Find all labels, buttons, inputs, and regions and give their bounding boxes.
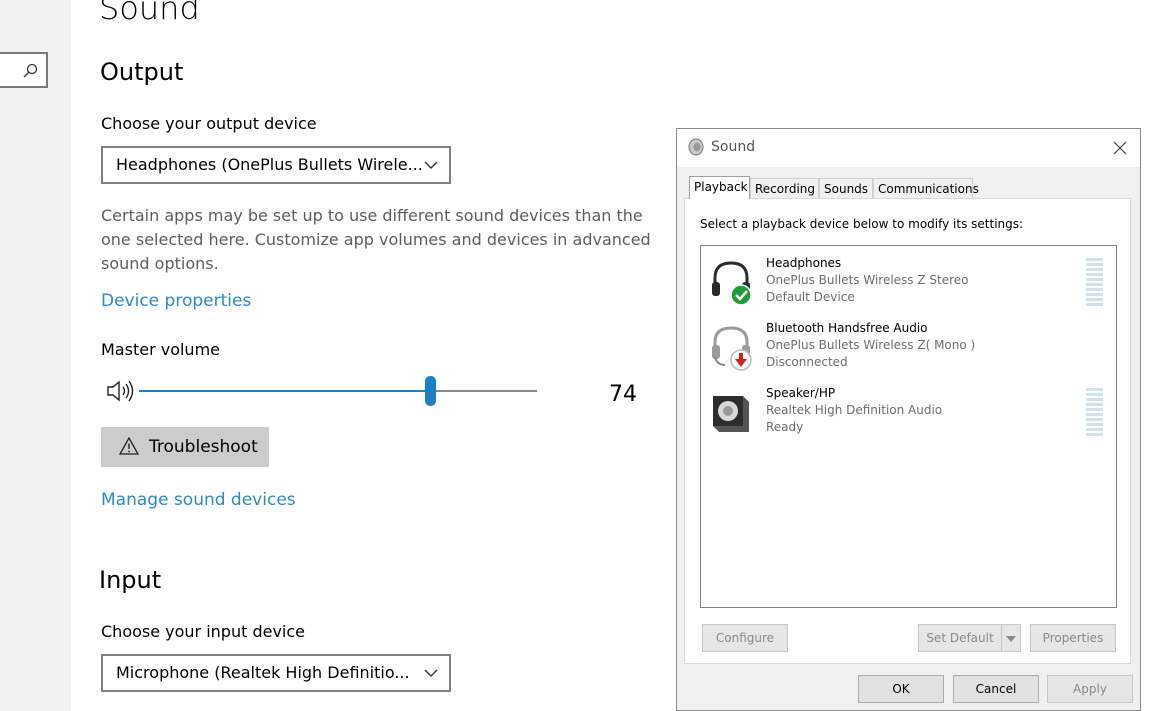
device-status: Default Device <box>766 290 855 304</box>
set-default-dropdown[interactable] <box>1001 624 1021 652</box>
speaker-app-icon <box>688 138 704 156</box>
device-properties-link[interactable]: Device properties <box>101 290 251 312</box>
manage-sound-devices-link[interactable]: Manage sound devices <box>101 489 296 511</box>
device-status: Disconnected <box>766 355 848 369</box>
cancel-button[interactable]: Cancel <box>953 675 1039 703</box>
tab-playback[interactable]: Playback <box>689 176 750 199</box>
troubleshoot-button[interactable]: Troubleshoot <box>101 427 269 467</box>
device-description: OnePlus Bullets Wireless Z( Mono ) <box>766 338 976 352</box>
input-device-label: Choose your input device <box>101 622 306 641</box>
tab-recording[interactable]: Recording <box>750 178 819 198</box>
set-default-button[interactable]: Set Default <box>918 624 1002 652</box>
speaker-volume-icon[interactable] <box>106 379 134 403</box>
close-icon[interactable] <box>1111 139 1129 157</box>
search-icon <box>23 63 38 78</box>
warning-icon <box>119 437 139 455</box>
output-device-label: Choose your output device <box>101 114 317 133</box>
device-list: Headphones OnePlus Bullets Wireless Z St… <box>700 245 1117 608</box>
input-heading: Input <box>99 566 162 594</box>
list-item[interactable]: Speaker/HP Realtek High Definition Audio… <box>701 380 1116 442</box>
device-description: OnePlus Bullets Wireless Z Stereo <box>766 273 969 287</box>
output-description: Certain apps may be set up to use differ… <box>101 206 651 273</box>
playback-instruction: Select a playback device below to modify… <box>700 217 1024 231</box>
level-meter <box>1086 258 1103 308</box>
volume-value: 74 <box>609 382 637 407</box>
master-volume-label: Master volume <box>101 340 220 359</box>
level-meter <box>1086 388 1103 438</box>
dialog-title: Sound <box>711 139 756 155</box>
troubleshoot-label: Troubleshoot <box>149 437 258 457</box>
apply-button[interactable]: Apply <box>1047 675 1133 703</box>
ok-button[interactable]: OK <box>858 675 944 703</box>
playback-panel: Select a playback device below to modify… <box>684 198 1131 664</box>
output-device-dropdown[interactable]: Headphones (OnePlus Bullets Wirele... <box>101 146 451 184</box>
dialog-titlebar[interactable]: Sound <box>677 129 1140 167</box>
device-name: Bluetooth Handsfree Audio <box>766 321 928 335</box>
input-device-value: Microphone (Realtek High Definitio... <box>116 663 410 682</box>
input-device-dropdown[interactable]: Microphone (Realtek High Definitio... <box>101 654 451 692</box>
properties-button[interactable]: Properties <box>1030 624 1116 652</box>
device-name: Speaker/HP <box>766 386 836 400</box>
tab-communications[interactable]: Communications <box>873 178 979 198</box>
volume-slider-fill <box>139 390 430 392</box>
headphones-icon <box>712 261 752 306</box>
device-name: Headphones <box>766 256 842 270</box>
nav-pane <box>0 0 71 711</box>
device-description: Realtek High Definition Audio <box>766 403 943 417</box>
output-heading: Output <box>100 58 184 86</box>
headset-icon <box>712 326 752 371</box>
chevron-down-icon <box>424 669 438 677</box>
search-box[interactable] <box>0 52 48 88</box>
speaker-icon <box>713 396 749 432</box>
page-title: Sound <box>99 0 200 27</box>
output-device-value: Headphones (OnePlus Bullets Wirele... <box>116 155 423 174</box>
tab-sounds[interactable]: Sounds <box>819 178 873 198</box>
configure-button[interactable]: Configure <box>702 624 788 652</box>
list-item[interactable]: Headphones OnePlus Bullets Wireless Z St… <box>701 250 1116 312</box>
list-item[interactable]: Bluetooth Handsfree Audio OnePlus Bullet… <box>701 315 1116 377</box>
device-status: Ready <box>766 420 804 434</box>
volume-slider-thumb[interactable] <box>425 376 436 406</box>
chevron-down-icon <box>424 161 438 169</box>
chevron-down-icon <box>1006 636 1016 642</box>
sound-dialog: Sound Playback Recording Sounds Communic… <box>676 128 1141 711</box>
